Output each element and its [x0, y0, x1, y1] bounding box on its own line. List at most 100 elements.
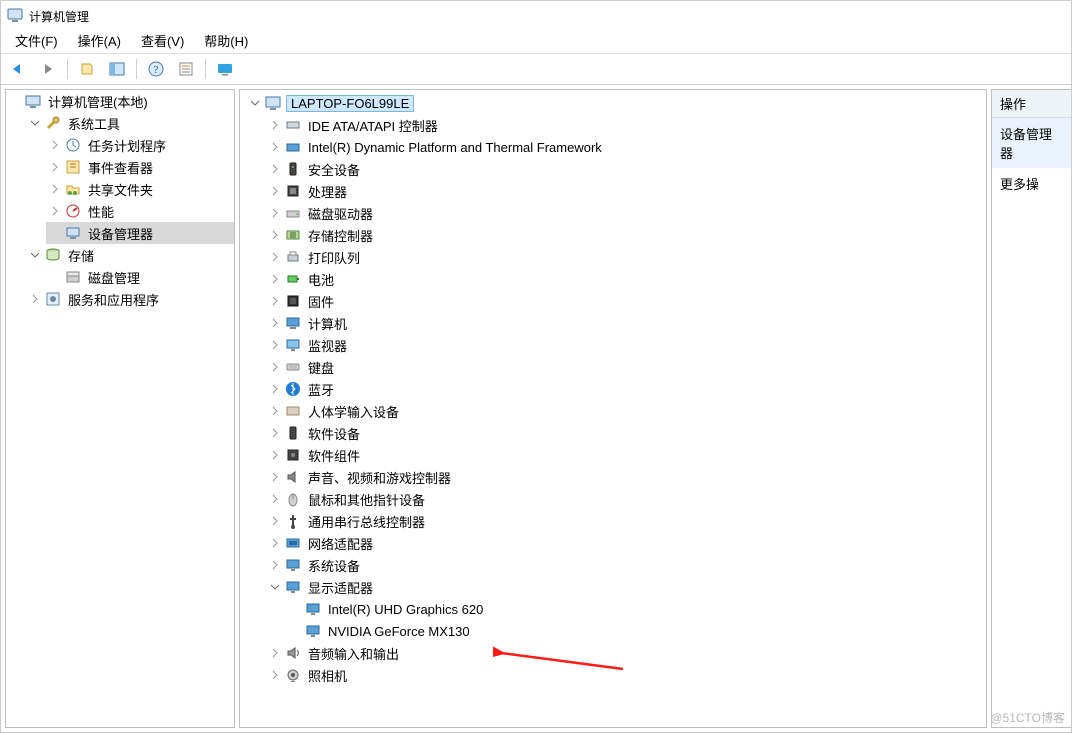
- collapse-icon[interactable]: [28, 248, 42, 262]
- expand-icon[interactable]: [268, 338, 282, 352]
- tree-system-tools[interactable]: 系统工具: [26, 112, 234, 134]
- properties-button[interactable]: [173, 56, 199, 82]
- center-pane: LAPTOP-FO6L99LE IDE ATA/ATAPI 控制器Intel(R…: [239, 89, 987, 728]
- expand-icon[interactable]: [268, 382, 282, 396]
- device-print-queue[interactable]: 打印队列: [266, 246, 986, 268]
- device-disk-drives[interactable]: 磁盘驱动器: [266, 202, 986, 224]
- expand-icon[interactable]: [268, 558, 282, 572]
- device-usb[interactable]: 通用串行总线控制器: [266, 510, 986, 532]
- expand-icon[interactable]: [268, 294, 282, 308]
- tree-label: 设备管理器: [86, 224, 155, 243]
- device-cpu[interactable]: 处理器: [266, 180, 986, 202]
- tree-disk-management[interactable]: 磁盘管理: [46, 266, 234, 288]
- collapse-icon[interactable]: [28, 116, 42, 130]
- device-intel-dptf[interactable]: Intel(R) Dynamic Platform and Thermal Fr…: [266, 136, 986, 158]
- expand-icon[interactable]: [268, 448, 282, 462]
- tree-services-apps[interactable]: 服务和应用程序: [26, 288, 234, 310]
- expand-icon[interactable]: [268, 250, 282, 264]
- tree-shared-folders[interactable]: 共享文件夹: [46, 178, 234, 200]
- menu-help[interactable]: 帮助(H): [194, 29, 258, 54]
- device-security[interactable]: 安全设备: [266, 158, 986, 180]
- expand-icon[interactable]: [268, 404, 282, 418]
- device-camera-icon: [284, 666, 302, 684]
- tree-performance[interactable]: 性能: [46, 200, 234, 222]
- expand-icon[interactable]: [268, 118, 282, 132]
- expand-icon[interactable]: [268, 492, 282, 506]
- expand-icon[interactable]: [28, 292, 42, 306]
- expand-icon[interactable]: [268, 228, 282, 242]
- device-display-uhd[interactable]: Intel(R) UHD Graphics 620: [286, 598, 986, 620]
- show-hide-tree-button[interactable]: [104, 56, 130, 82]
- tree-device-manager[interactable]: 设备管理器: [46, 222, 234, 244]
- expand-icon[interactable]: [268, 646, 282, 660]
- actions-more[interactable]: 更多操: [992, 168, 1071, 199]
- expand-icon[interactable]: [268, 470, 282, 484]
- collapse-icon[interactable]: [248, 96, 262, 110]
- expand-icon[interactable]: [268, 426, 282, 440]
- expand-icon[interactable]: [268, 162, 282, 176]
- expand-icon[interactable]: [268, 514, 282, 528]
- device-storage-ctrl[interactable]: 存储控制器: [266, 224, 986, 246]
- expand-icon[interactable]: [268, 272, 282, 286]
- device-label: 计算机: [306, 314, 349, 333]
- app-title: 计算机管理: [29, 8, 89, 25]
- expand-icon[interactable]: [48, 138, 62, 152]
- device-camera[interactable]: 照相机: [266, 664, 986, 686]
- console-tree[interactable]: 计算机管理(本地) 系统工具: [6, 90, 234, 310]
- back-button[interactable]: [5, 56, 31, 82]
- tree-root[interactable]: 计算机管理(本地): [6, 90, 234, 112]
- expand-icon[interactable]: [268, 360, 282, 374]
- device-network[interactable]: 网络适配器: [266, 532, 986, 554]
- expand-icon[interactable]: [268, 668, 282, 682]
- toolbar-separator: [136, 59, 137, 79]
- menu-file[interactable]: 文件(F): [5, 29, 68, 54]
- tree-storage[interactable]: 存储: [26, 244, 234, 266]
- event-icon: [64, 158, 82, 176]
- device-display-nvidia[interactable]: NVIDIA GeForce MX130: [286, 620, 986, 642]
- device-tree[interactable]: LAPTOP-FO6L99LE IDE ATA/ATAPI 控制器Intel(R…: [240, 90, 986, 694]
- device-ide[interactable]: IDE ATA/ATAPI 控制器: [266, 114, 986, 136]
- device-display[interactable]: 显示适配器: [266, 576, 986, 598]
- device-label: Intel(R) UHD Graphics 620: [326, 602, 485, 617]
- expand-icon[interactable]: [268, 536, 282, 550]
- expand-icon[interactable]: [268, 140, 282, 154]
- device-battery[interactable]: 电池: [266, 268, 986, 290]
- expand-icon[interactable]: [48, 182, 62, 196]
- device-system-devices[interactable]: 系统设备: [266, 554, 986, 576]
- device-computer[interactable]: 计算机: [266, 312, 986, 334]
- device-storage-ctrl-icon: [284, 226, 302, 244]
- toolbar: ?: [1, 53, 1071, 85]
- help-button[interactable]: ?: [143, 56, 169, 82]
- clock-icon: [64, 136, 82, 154]
- device-monitor[interactable]: 监视器: [266, 334, 986, 356]
- menu-view[interactable]: 查看(V): [131, 29, 194, 54]
- device-sound-icon: [284, 468, 302, 486]
- device-label: 通用串行总线控制器: [306, 512, 427, 531]
- expand-icon[interactable]: [48, 204, 62, 218]
- device-label: 系统设备: [306, 556, 362, 575]
- device-firmware[interactable]: 固件: [266, 290, 986, 312]
- device-mouse[interactable]: 鼠标和其他指针设备: [266, 488, 986, 510]
- actions-device-manager[interactable]: 设备管理器: [992, 118, 1071, 168]
- menu-action[interactable]: 操作(A): [68, 29, 131, 54]
- device-security-icon: [284, 160, 302, 178]
- device-sw-components[interactable]: 软件组件: [266, 444, 986, 466]
- device-sw-devices[interactable]: 软件设备: [266, 422, 986, 444]
- device-keyboard[interactable]: 键盘: [266, 356, 986, 378]
- collapse-icon[interactable]: [268, 580, 282, 594]
- device-sound[interactable]: 声音、视频和游戏控制器: [266, 466, 986, 488]
- expand-icon[interactable]: [268, 316, 282, 330]
- up-button[interactable]: [74, 56, 100, 82]
- scan-hardware-button[interactable]: [212, 56, 238, 82]
- device-root[interactable]: LAPTOP-FO6L99LE: [246, 92, 986, 114]
- tree-task-scheduler[interactable]: 任务计划程序: [46, 134, 234, 156]
- device-bluetooth[interactable]: 蓝牙: [266, 378, 986, 400]
- expand-icon[interactable]: [268, 184, 282, 198]
- performance-icon: [64, 202, 82, 220]
- tree-event-viewer[interactable]: 事件查看器: [46, 156, 234, 178]
- forward-button[interactable]: [35, 56, 61, 82]
- device-hid[interactable]: 人体学输入设备: [266, 400, 986, 422]
- expand-icon[interactable]: [48, 160, 62, 174]
- device-audio-io[interactable]: 音频输入和输出: [266, 642, 986, 664]
- expand-icon[interactable]: [268, 206, 282, 220]
